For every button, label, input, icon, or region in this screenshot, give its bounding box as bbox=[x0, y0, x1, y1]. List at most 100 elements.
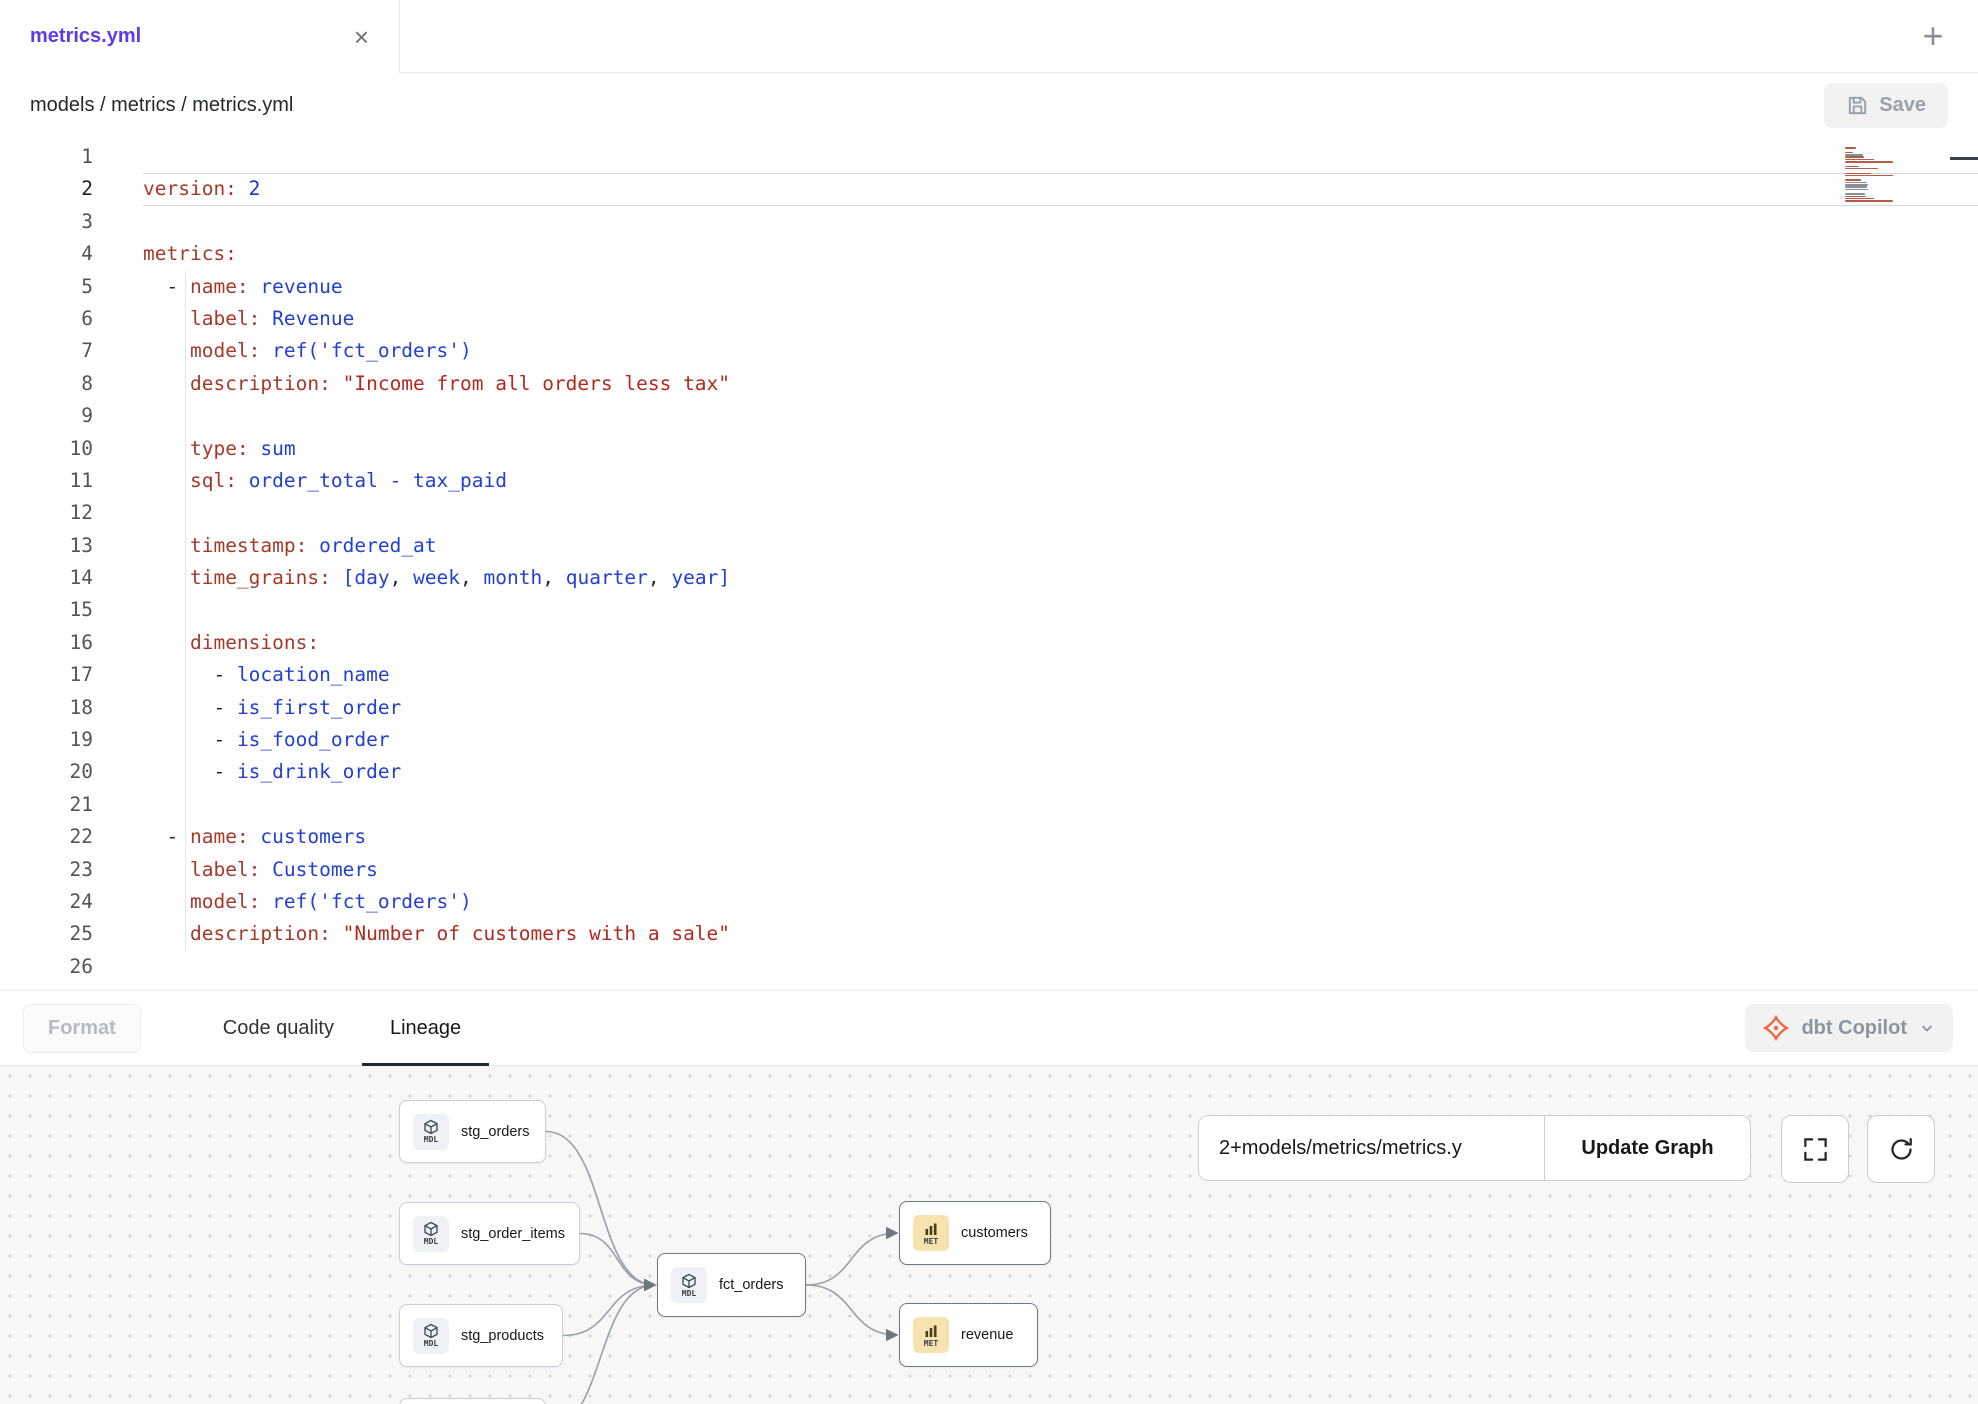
lineage-node-label: customers bbox=[961, 1225, 1028, 1241]
line-number: 10 bbox=[0, 433, 93, 465]
line-number: 8 bbox=[0, 368, 93, 400]
scrollbar-thumb[interactable] bbox=[1950, 157, 1978, 160]
code-line bbox=[143, 141, 1978, 173]
line-number: 14 bbox=[0, 562, 93, 594]
line-number: 26 bbox=[0, 951, 93, 983]
line-number: 7 bbox=[0, 335, 93, 367]
line-number: 16 bbox=[0, 627, 93, 659]
code-line: - is_food_order bbox=[143, 724, 1978, 756]
tab-metrics-yml[interactable]: metrics.yml × bbox=[0, 0, 400, 73]
save-label: Save bbox=[1879, 94, 1926, 117]
dbt-copilot-button[interactable]: dbt Copilot bbox=[1745, 1004, 1953, 1052]
tab-lineage[interactable]: Lineage bbox=[362, 991, 489, 1065]
new-tab-button[interactable]: + bbox=[1888, 0, 1978, 72]
line-number: 3 bbox=[0, 206, 93, 238]
model-icon: MDL bbox=[413, 1114, 449, 1150]
code-line: sql: order_total - tax_paid bbox=[143, 465, 1978, 497]
code-line: - is_first_order bbox=[143, 692, 1978, 724]
file-header-row: models / metrics / metrics.yml Save bbox=[0, 72, 1978, 139]
plus-icon: + bbox=[1922, 18, 1943, 54]
line-number: 13 bbox=[0, 530, 93, 562]
code-line: metrics: bbox=[143, 238, 1978, 270]
close-icon[interactable]: × bbox=[354, 24, 369, 50]
lineage-canvas[interactable]: MDLstg_ordersMDLstg_order_itemsMDLstg_pr… bbox=[0, 1066, 1978, 1404]
line-number: 22 bbox=[0, 821, 93, 853]
model-icon: MDL bbox=[413, 1216, 449, 1252]
lineage-node-revenue[interactable]: MET revenue bbox=[899, 1303, 1038, 1367]
code-line bbox=[143, 594, 1978, 626]
line-number: 1 bbox=[0, 141, 93, 173]
tab-code-quality[interactable]: Code quality bbox=[195, 991, 362, 1065]
indent-guide bbox=[185, 271, 186, 951]
code-line: model: ref('fct_orders') bbox=[143, 886, 1978, 918]
code-line: description: "Number of customers with a… bbox=[143, 918, 1978, 950]
metric-icon: MET bbox=[913, 1317, 949, 1353]
code-line bbox=[143, 789, 1978, 821]
lineage-node-label: stg_products bbox=[461, 1328, 544, 1344]
line-number: 15 bbox=[0, 594, 93, 626]
lineage-node-label: revenue bbox=[961, 1327, 1013, 1343]
line-number: 17 bbox=[0, 659, 93, 691]
model-icon: MDL bbox=[671, 1267, 707, 1303]
lineage-node-stg_order_items[interactable]: MDL stg_order_items bbox=[399, 1202, 580, 1265]
code-line: timestamp: ordered_at bbox=[143, 530, 1978, 562]
metric-icon: MET bbox=[913, 1215, 949, 1251]
fullscreen-button[interactable] bbox=[1781, 1115, 1849, 1183]
lineage-node-stg_orders[interactable]: MDL stg_orders bbox=[399, 1100, 546, 1163]
code-line: - name: revenue bbox=[143, 271, 1978, 303]
lineage-node-label: stg_order_items bbox=[461, 1226, 565, 1242]
chevron-down-icon bbox=[1919, 1020, 1935, 1036]
line-number: 5 bbox=[0, 271, 93, 303]
code-line: label: Revenue bbox=[143, 303, 1978, 335]
save-button[interactable]: Save bbox=[1824, 83, 1948, 128]
code-editor[interactable]: 1234567891011121314151617181920212223242… bbox=[0, 139, 1978, 990]
line-number: 12 bbox=[0, 497, 93, 529]
code-line: type: sum bbox=[143, 433, 1978, 465]
code-line: time_grains: [day, week, month, quarter,… bbox=[143, 562, 1978, 594]
line-number: 2 bbox=[0, 173, 93, 205]
editor-gutter: 1234567891011121314151617181920212223242… bbox=[0, 139, 93, 990]
code-line: - name: customers bbox=[143, 821, 1978, 853]
lineage-node-label: stg_orders bbox=[461, 1124, 530, 1140]
line-number: 24 bbox=[0, 886, 93, 918]
tab-bar: metrics.yml × + bbox=[0, 0, 1978, 73]
editor-toolbar: Format Code quality Lineage dbt Copilot bbox=[0, 990, 1978, 1066]
line-number: 23 bbox=[0, 854, 93, 886]
line-number: 4 bbox=[0, 238, 93, 270]
line-number: 11 bbox=[0, 465, 93, 497]
fullscreen-icon bbox=[1802, 1136, 1829, 1163]
lineage-node-fct_orders[interactable]: MDL fct_orders bbox=[657, 1253, 806, 1317]
lineage-node-stg_products[interactable]: MDLstg_products bbox=[399, 1304, 563, 1367]
refresh-button[interactable] bbox=[1867, 1115, 1935, 1183]
graph-controls: Update Graph bbox=[1198, 1115, 1751, 1181]
code-line bbox=[143, 497, 1978, 529]
graph-selector-input[interactable] bbox=[1198, 1115, 1544, 1181]
code-line: label: Customers bbox=[143, 854, 1978, 886]
line-number: 18 bbox=[0, 692, 93, 724]
code-line: dimensions: bbox=[143, 627, 1978, 659]
line-number: 21 bbox=[0, 789, 93, 821]
code-line: - is_drink_order bbox=[143, 756, 1978, 788]
lineage-node-label: fct_orders bbox=[719, 1277, 783, 1293]
dbt-logo-icon bbox=[1763, 1015, 1789, 1041]
code-line bbox=[143, 206, 1978, 238]
lineage-node-offscreen[interactable] bbox=[399, 1398, 546, 1404]
editor-code: version: 2 metrics: - name: revenue label… bbox=[143, 139, 1978, 990]
line-number: 9 bbox=[0, 400, 93, 432]
code-line: - location_name bbox=[143, 659, 1978, 691]
line-number: 6 bbox=[0, 303, 93, 335]
code-line: description: "Income from all orders les… bbox=[143, 368, 1978, 400]
refresh-icon bbox=[1888, 1136, 1915, 1163]
update-graph-button[interactable]: Update Graph bbox=[1544, 1115, 1751, 1181]
code-line bbox=[143, 951, 1978, 983]
line-number: 20 bbox=[0, 756, 93, 788]
tab-title: metrics.yml bbox=[30, 25, 141, 48]
code-line: version: 2 bbox=[143, 173, 1978, 205]
lineage-node-customers[interactable]: MET customers bbox=[899, 1201, 1051, 1265]
code-line bbox=[143, 400, 1978, 432]
line-number: 25 bbox=[0, 918, 93, 950]
minimap[interactable] bbox=[1845, 145, 1895, 205]
format-button[interactable]: Format bbox=[23, 1004, 141, 1053]
panel-tabs: Code quality Lineage bbox=[195, 991, 489, 1065]
line-number: 19 bbox=[0, 724, 93, 756]
